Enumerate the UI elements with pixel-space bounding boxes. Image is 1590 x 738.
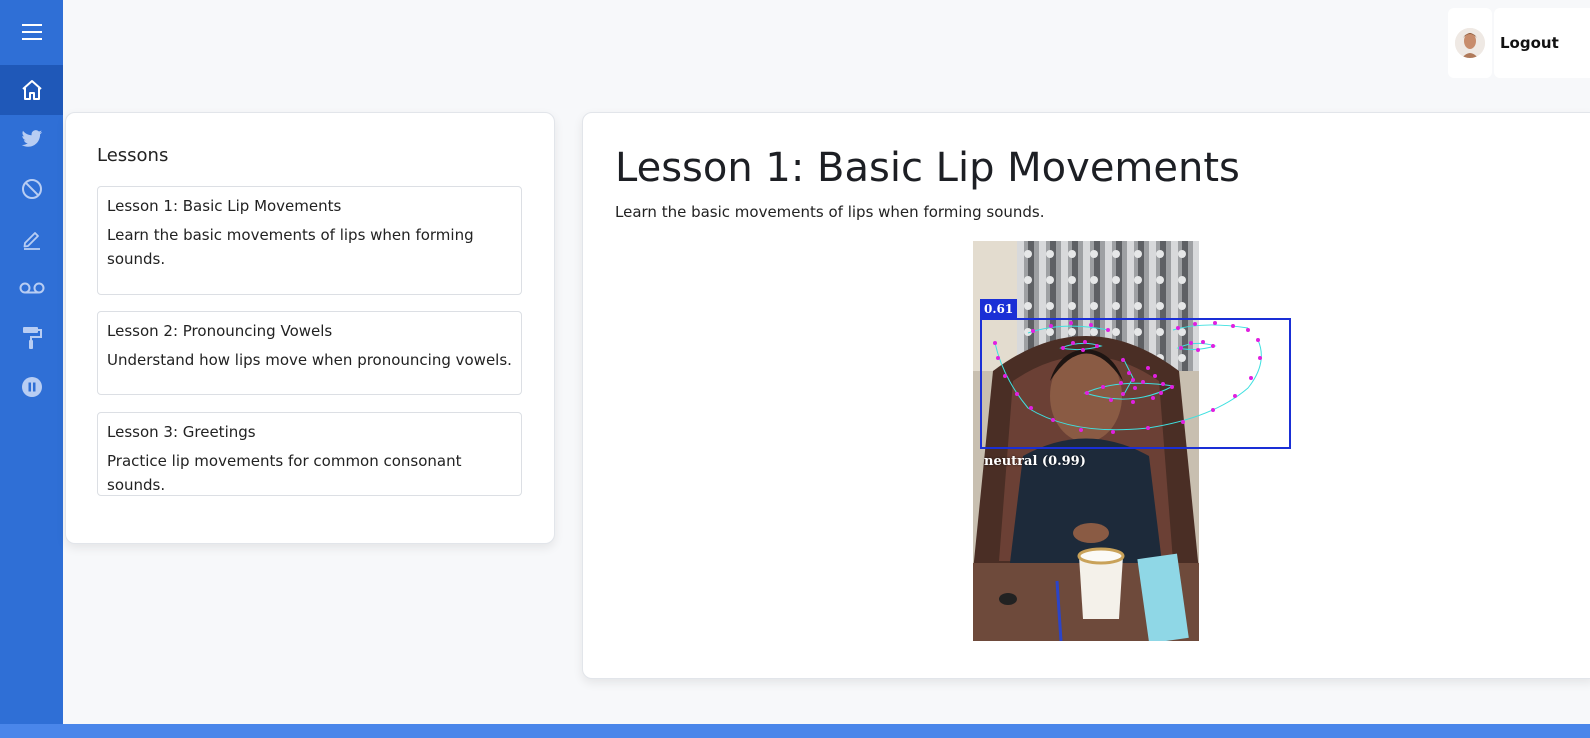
- sidebar-item-edit[interactable]: [0, 214, 63, 264]
- home-icon: [20, 78, 44, 102]
- sidebar-item-paint[interactable]: [0, 313, 63, 363]
- sidebar-item-ban[interactable]: [0, 164, 63, 214]
- lesson-title: Lesson 2: Pronouncing Vowels: [107, 322, 333, 340]
- lesson-title: Lesson 1: Basic Lip Movements: [107, 197, 342, 215]
- lesson-description: Learn the basic movements of lips when f…: [107, 226, 474, 268]
- menu-icon: [21, 23, 43, 41]
- lessons-panel: Lessons Lesson 1: Basic Lip Movements Le…: [65, 112, 555, 544]
- face-bounding-box: [980, 318, 1291, 449]
- user-avatar-button[interactable]: [1448, 8, 1492, 78]
- lesson-title-heading: Lesson 1: Basic Lip Movements: [615, 145, 1240, 191]
- sidebar-item-home[interactable]: [0, 65, 63, 115]
- voicemail-icon: [19, 281, 45, 295]
- menu-button[interactable]: [0, 7, 63, 57]
- face-score-label: 0.61: [980, 299, 1018, 319]
- logout-button[interactable]: Logout: [1494, 8, 1590, 78]
- lessons-heading: Lessons: [97, 145, 169, 166]
- avatar: [1455, 28, 1485, 58]
- sidebar-item-twitter[interactable]: [0, 114, 63, 164]
- sidebar-item-pause[interactable]: [0, 362, 63, 412]
- lesson-description: Learn the basic movements of lips when f…: [615, 203, 1045, 221]
- lesson-card-1[interactable]: Lesson 1: Basic Lip Movements Learn the …: [97, 186, 522, 295]
- pencil-icon: [21, 228, 43, 250]
- lesson-description: Understand how lips move when pronouncin…: [107, 351, 512, 369]
- sidebar-item-voicemail[interactable]: [0, 263, 63, 313]
- ban-icon: [21, 178, 43, 200]
- lesson-description: Practice lip movements for common conson…: [107, 452, 462, 494]
- sidebar: [0, 0, 63, 738]
- pause-circle-icon: [21, 376, 43, 398]
- lesson-card-2[interactable]: Lesson 2: Pronouncing Vowels Understand …: [97, 311, 522, 395]
- emotion-label: neutral (0.99): [984, 454, 1086, 469]
- bottom-bar: [0, 724, 1590, 738]
- lesson-title: Lesson 3: Greetings: [107, 423, 256, 441]
- lesson-card-3[interactable]: Lesson 3: Greetings Practice lip movemen…: [97, 412, 522, 496]
- paint-roller-icon: [22, 326, 42, 350]
- twitter-icon: [21, 129, 43, 149]
